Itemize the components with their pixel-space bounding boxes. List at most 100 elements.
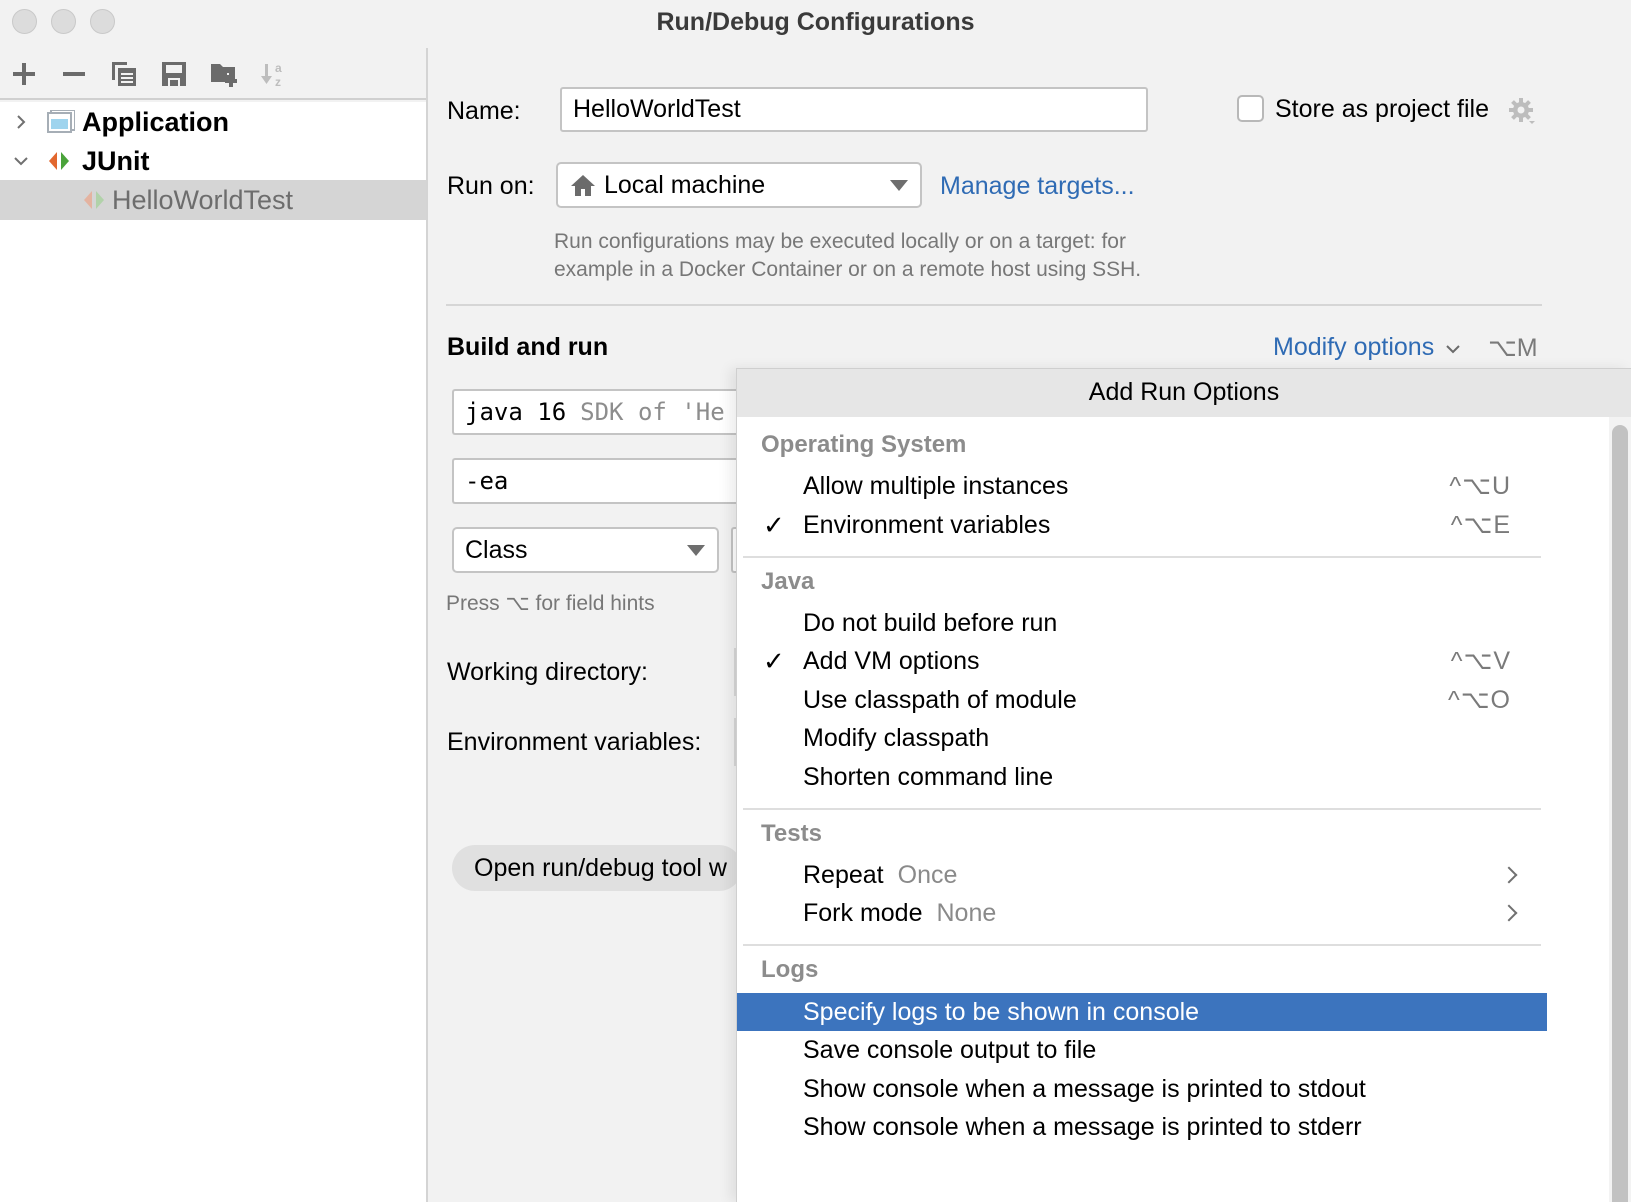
chevron-right-icon[interactable] [12,113,30,131]
menu-item-environment-variables[interactable]: ✓ Environment variables ^⌥E [737,506,1547,544]
jdk-field[interactable]: java 16 SDK of 'He [452,389,772,435]
run-on-hint-line: example in a Docker Container or on a re… [554,258,1142,281]
run-on-value: Local machine [604,170,766,199]
menu-item-label: Fork mode None [803,899,996,928]
menu-item-save-console-output[interactable]: Save console output to file [737,1031,1547,1069]
new-folder-icon[interactable] [210,60,238,88]
menu-item-shorten-command-line[interactable]: Shorten command line [737,758,1547,796]
menu-item-shortcut: ^⌥O [1448,686,1511,714]
menu-item-label-text: Repeat [803,860,884,889]
menu-item-repeat[interactable]: Repeat Once [737,856,1547,894]
remove-icon[interactable] [60,60,88,88]
menu-item-label: Use classpath of module [803,685,1077,714]
name-input[interactable]: HelloWorldTest [560,87,1148,132]
popup-title: Add Run Options [737,369,1631,417]
tree-item-label: Application [82,106,229,137]
menu-item-label: Save console output to file [803,1035,1097,1064]
add-icon[interactable] [10,60,38,88]
menu-item-do-not-build[interactable]: Do not build before run [737,604,1547,642]
add-run-options-popup: Add Run Options Operating System Allow m… [736,368,1631,1202]
menu-item-shortcut: ^⌥V [1450,647,1511,675]
run-on-hint-line: Run configurations may be executed local… [554,230,1126,253]
menu-item-label: Show console when a message is printed t… [803,1074,1366,1103]
menu-item-specify-logs[interactable]: Specify logs to be shown in console [737,993,1547,1031]
menu-item-label: Repeat Once [803,861,957,890]
configurations-sidebar: az Application JUnit HelloWorldTest [0,48,428,1202]
group-separator [743,944,1541,946]
title-bar: Run/Debug Configurations [0,0,1631,48]
tree-item-label: JUnit [82,145,150,176]
name-label: Name: [447,97,521,125]
tree-item-junit[interactable]: JUnit [0,141,426,181]
junit-test-icon [84,191,104,209]
menu-item-label-text: Fork mode [803,898,923,927]
modify-options-shortcut: ⌥M [1488,334,1538,362]
menu-item-modify-classpath[interactable]: Modify classpath [737,719,1547,757]
save-icon[interactable] [160,60,188,88]
copy-icon[interactable] [110,60,138,88]
open-tool-window-label: Open run/debug tool w [474,853,727,882]
submenu-arrow-icon [1500,866,1518,884]
checkmark-icon: ✓ [763,645,785,676]
group-separator [743,808,1541,810]
group-title-operating-system: Operating System [761,431,967,458]
menu-item-label: Do not build before run [803,608,1058,637]
menu-item-label: Allow multiple instances [803,471,1069,500]
environment-variables-label: Environment variables: [447,728,702,756]
tree-item-application[interactable]: Application [0,102,426,142]
window-title: Run/Debug Configurations [656,8,975,36]
store-as-project-file-checkbox[interactable] [1237,95,1264,122]
menu-item-label: Show console when a message is printed t… [803,1112,1362,1141]
menu-item-fork-mode[interactable]: Fork mode None [737,894,1547,932]
gear-icon[interactable] [1507,96,1537,126]
run-on-label: Run on: [447,172,535,200]
store-as-project-file-label: Store as project file [1275,95,1489,123]
menu-item-shortcut: ^⌥E [1450,511,1511,539]
svg-text:z: z [275,75,281,88]
dropdown-arrow-icon [890,180,908,191]
test-kind-value: Class [465,535,528,564]
chevron-down-icon [1446,345,1460,354]
name-input-value: HelloWorldTest [573,95,741,123]
vm-options-value: -ea [465,467,509,495]
sidebar-toolbar: az [0,48,426,100]
modify-options-label: Modify options [1273,333,1435,361]
menu-item-add-vm-options[interactable]: ✓ Add VM options ^⌥V [737,642,1547,680]
run-on-hint: Run configurations may be executed local… [554,228,1141,284]
open-tool-window-option[interactable]: Open run/debug tool w [452,845,742,891]
menu-item-label: Modify classpath [803,723,990,752]
checkmark-icon: ✓ [763,509,785,540]
junit-icon [49,152,69,170]
popup-scrollbar-thumb[interactable] [1612,425,1628,1202]
group-title-java: Java [761,568,815,595]
field-hints-text: Press ⌥ for field hints [446,592,655,615]
menu-item-value: Once [897,860,958,889]
vm-options-input[interactable]: -ea [452,458,772,504]
menu-item-label: Specify logs to be shown in console [803,997,1200,1026]
modify-options-link[interactable]: Modify options [1273,333,1461,362]
tree-item-helloworldtest[interactable]: HelloWorldTest [0,180,426,220]
application-icon [47,110,75,133]
svg-text:a: a [275,61,282,75]
tree-item-label: HelloWorldTest [112,184,294,215]
menu-item-use-classpath-of-module[interactable]: Use classpath of module ^⌥O [737,681,1547,719]
run-on-dropdown[interactable]: Local machine [556,162,922,208]
menu-item-allow-multiple-instances[interactable]: Allow multiple instances ^⌥U [737,467,1547,505]
dropdown-arrow-icon [687,545,705,556]
group-title-logs: Logs [761,956,819,983]
group-title-tests: Tests [761,820,822,847]
chevron-down-icon[interactable] [12,152,30,170]
popup-scrollbar[interactable] [1609,417,1631,1202]
run-debug-configurations-window: Run/Debug Configurations az Application … [0,0,1631,1202]
menu-item-show-console-stdout[interactable]: Show console when a message is printed t… [737,1070,1547,1108]
home-icon [571,175,595,196]
menu-item-label: Environment variables [803,510,1051,539]
sort-alpha-icon[interactable]: az [260,60,288,88]
menu-item-shortcut: ^⌥U [1449,472,1511,500]
manage-targets-link[interactable]: Manage targets... [940,172,1135,201]
menu-item-label: Shorten command line [803,762,1054,791]
test-kind-dropdown[interactable]: Class [452,527,719,573]
group-separator [743,556,1541,558]
configurations-tree: Application JUnit HelloWorldTest [0,102,426,1202]
menu-item-show-console-stderr[interactable]: Show console when a message is printed t… [737,1108,1547,1146]
